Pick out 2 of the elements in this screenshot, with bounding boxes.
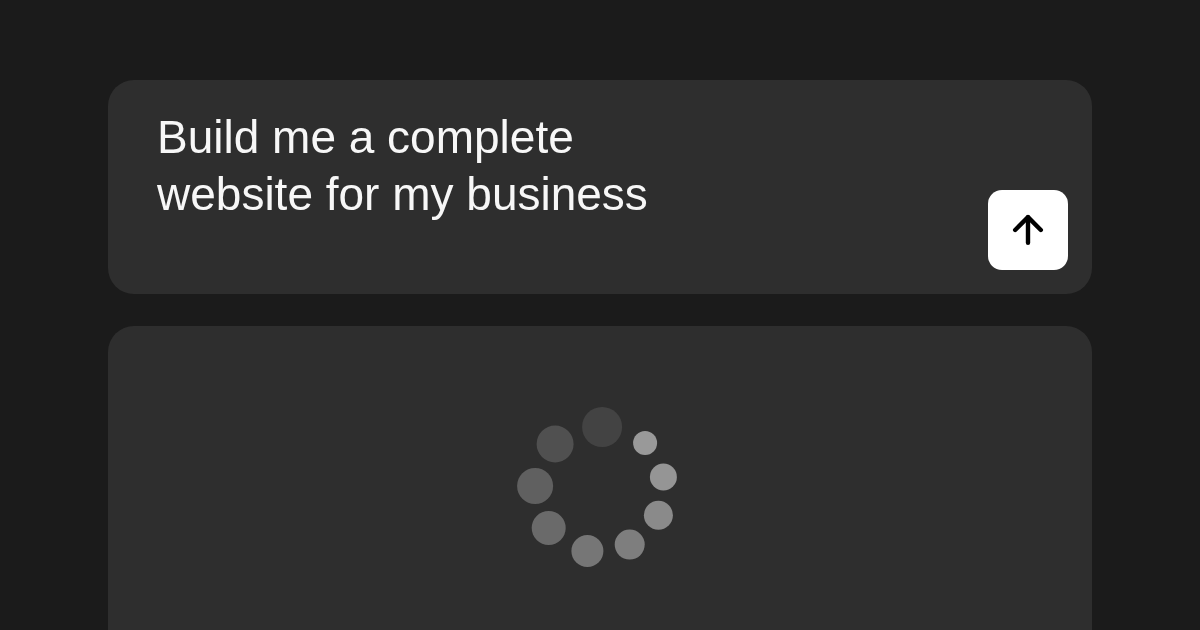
- prompt-input[interactable]: Build me a complete website for my business: [157, 109, 692, 270]
- send-button[interactable]: [988, 190, 1068, 270]
